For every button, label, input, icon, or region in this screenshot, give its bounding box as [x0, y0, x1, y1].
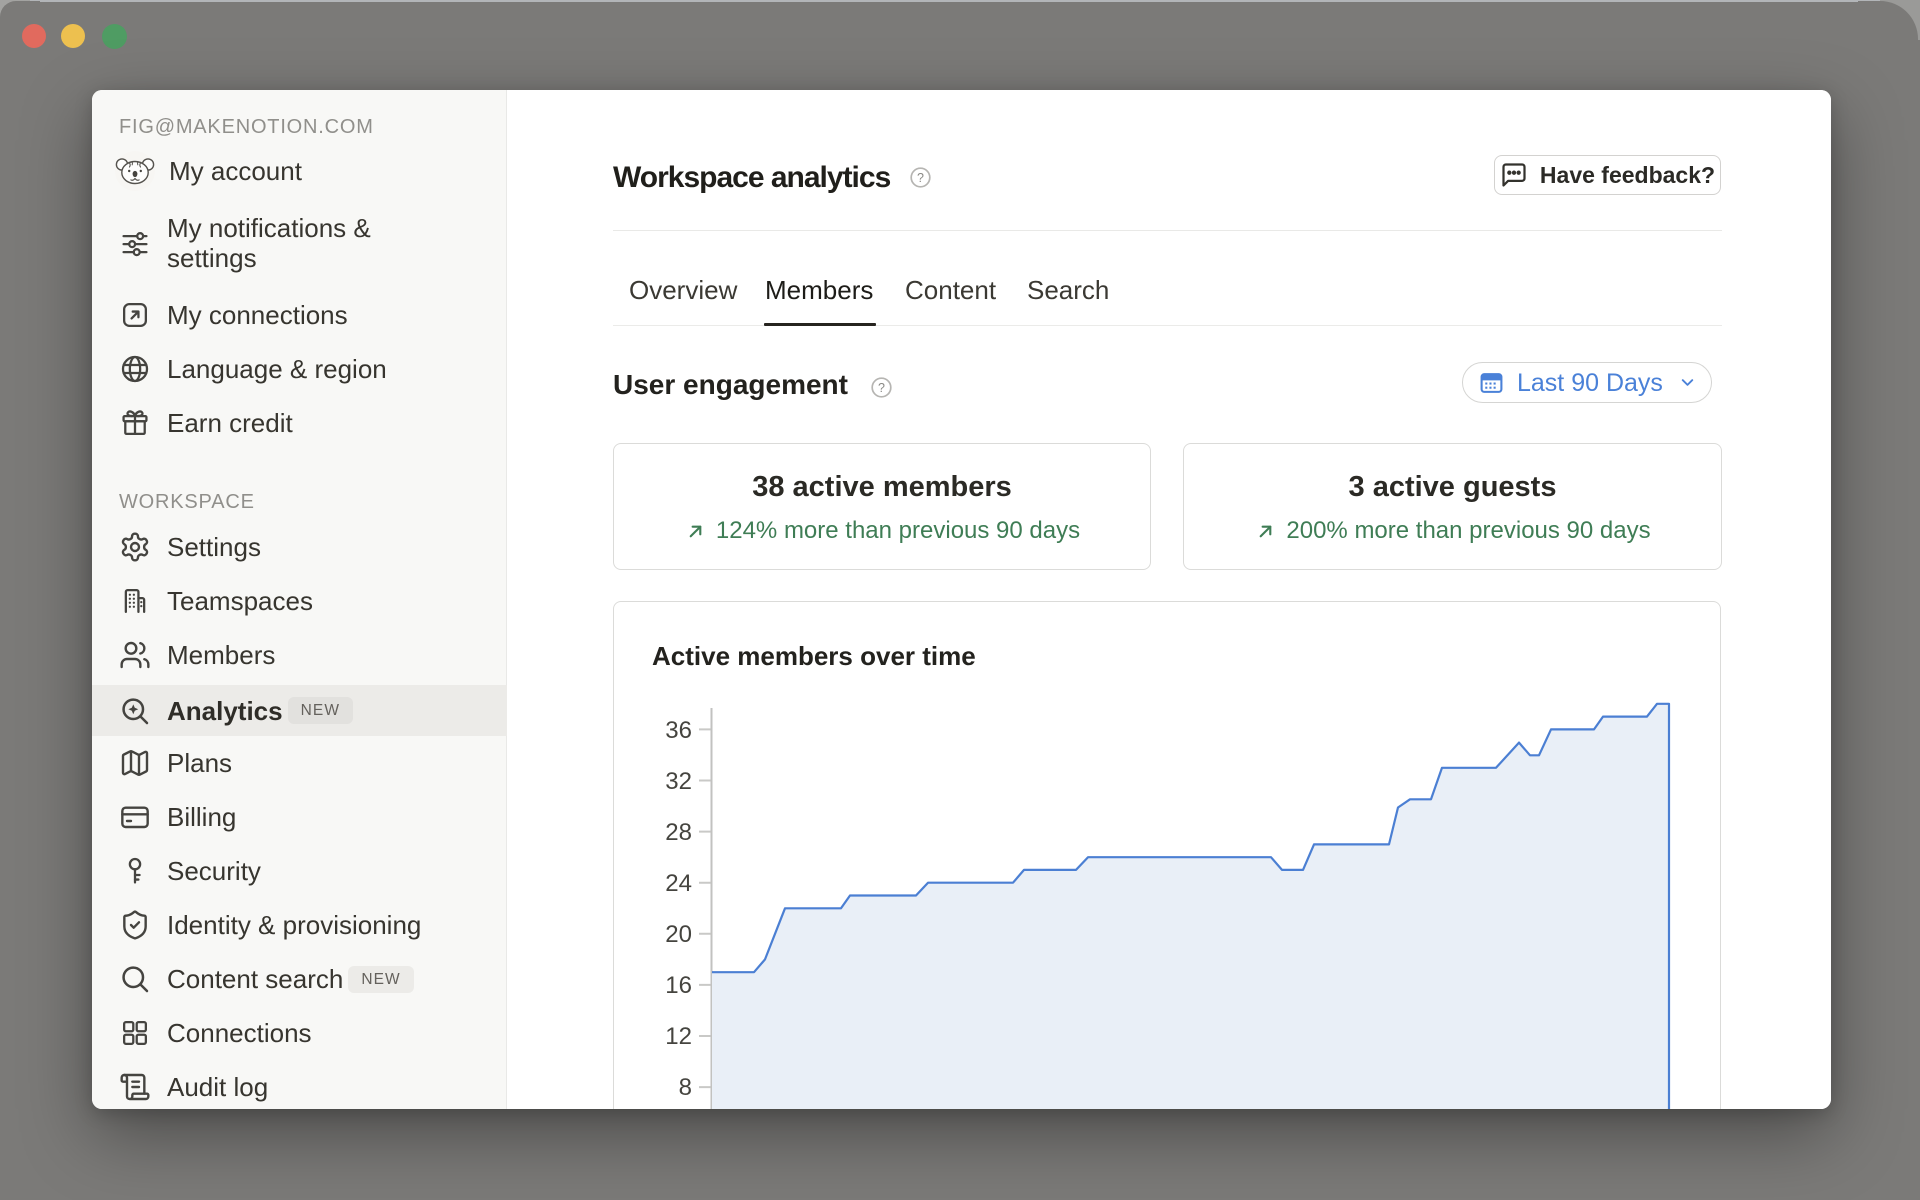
svg-text:24: 24 [665, 870, 692, 897]
svg-text:8: 8 [679, 1074, 692, 1101]
svg-text:36: 36 [665, 717, 692, 744]
svg-text:32: 32 [665, 768, 692, 795]
svg-text:?: ? [917, 171, 924, 185]
svg-text:20: 20 [665, 921, 692, 948]
svg-text:28: 28 [665, 819, 692, 846]
svg-text:16: 16 [665, 972, 692, 999]
svg-text:12: 12 [665, 1023, 692, 1050]
svg-text:?: ? [878, 381, 885, 395]
